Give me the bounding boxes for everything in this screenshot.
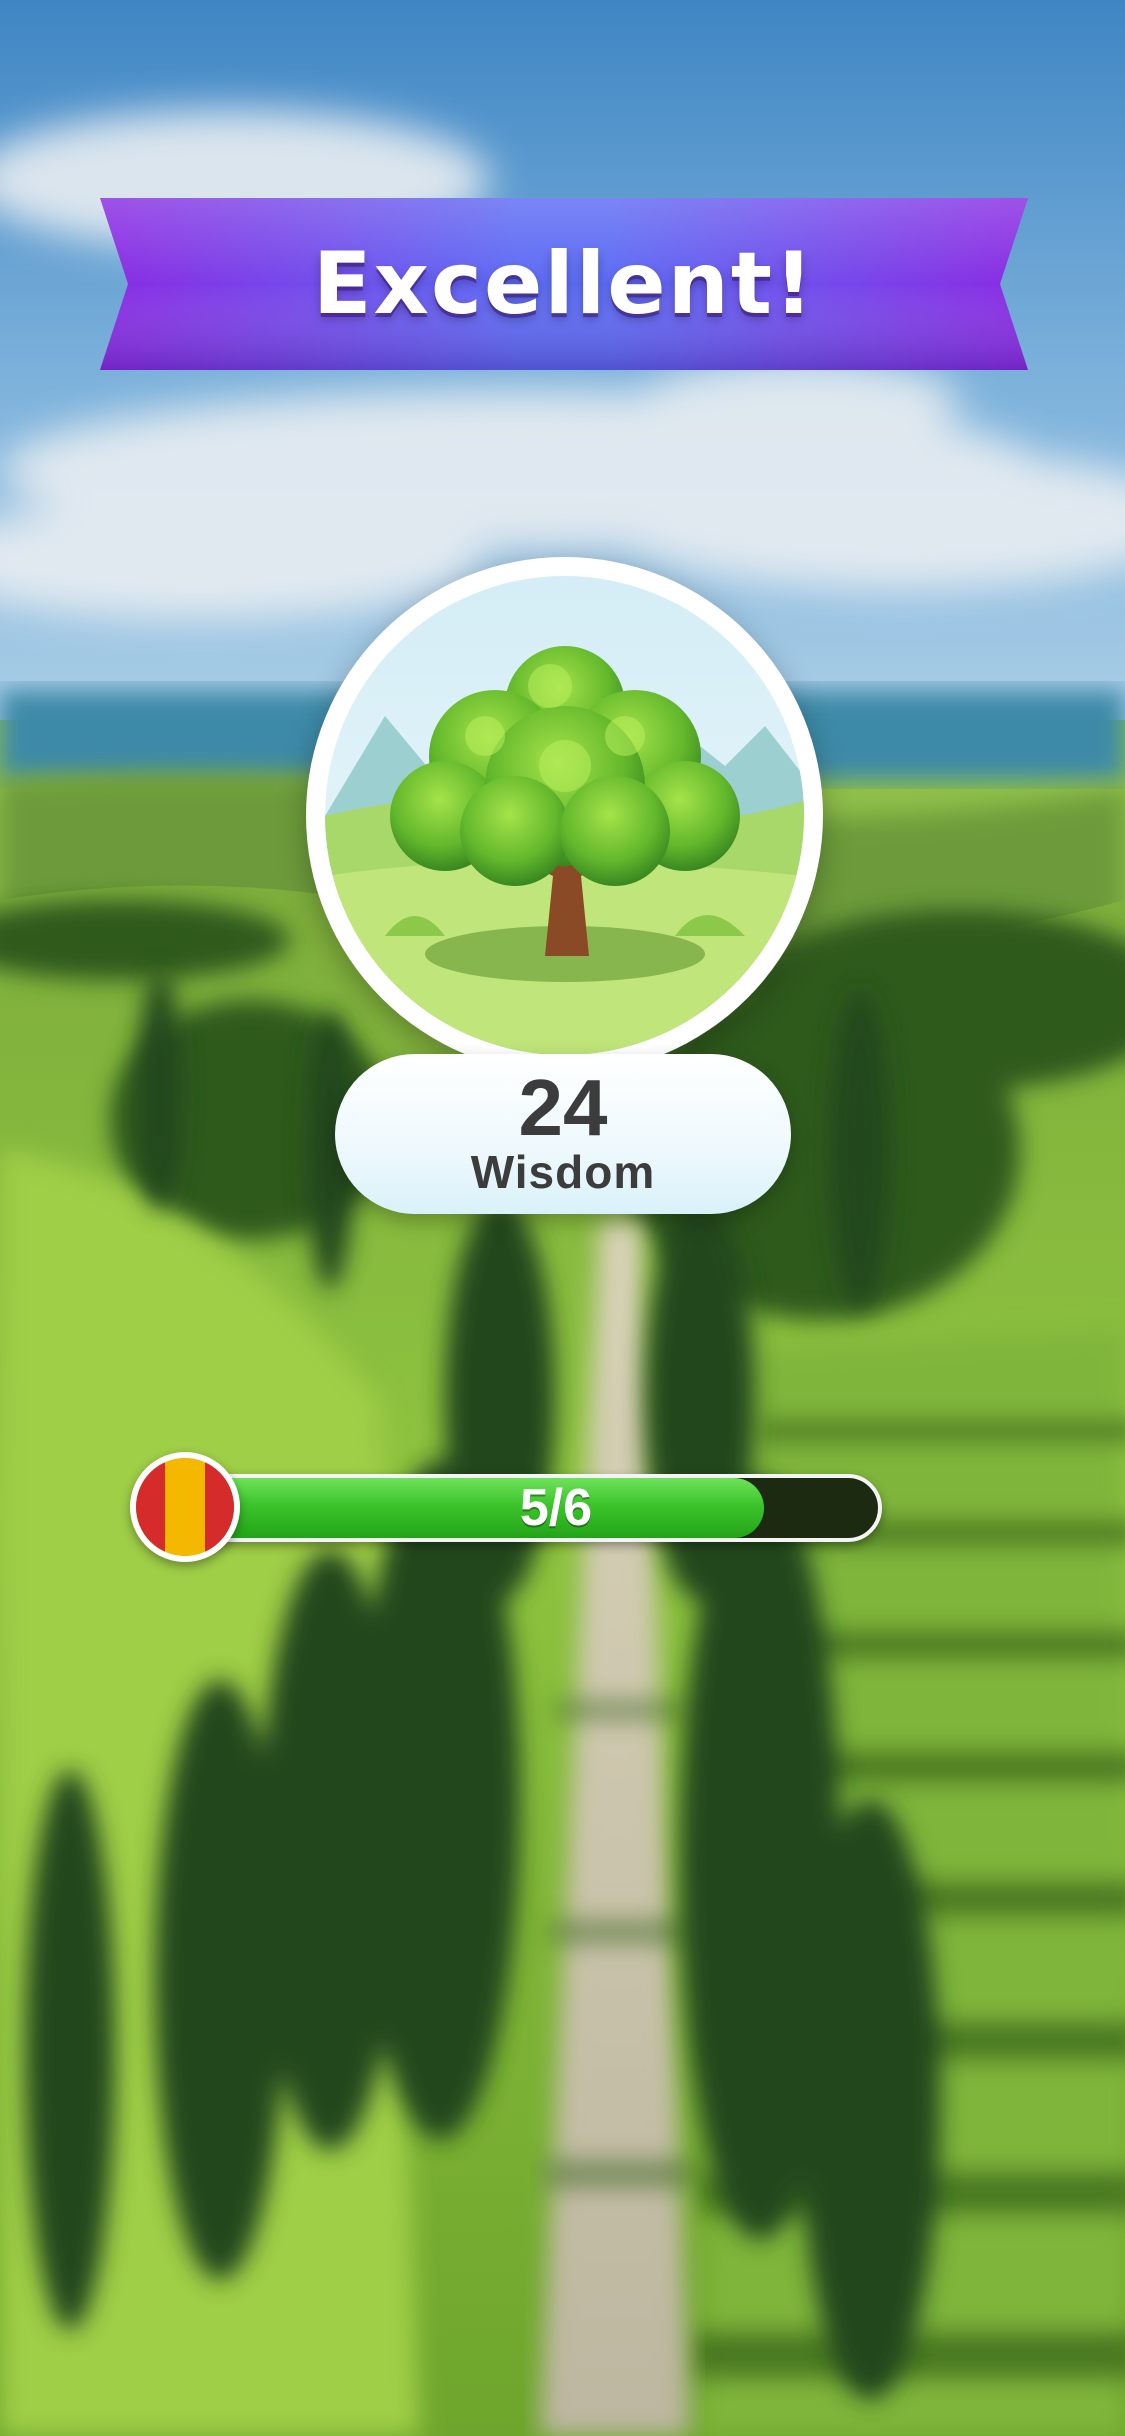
flag-stripe — [136, 1458, 166, 1556]
wisdom-stat: 24 Wisdom — [335, 1054, 791, 1214]
wisdom-value: 24 — [518, 1063, 608, 1152]
flag-icon — [130, 1452, 240, 1562]
flag-stripe — [165, 1458, 205, 1556]
wisdom-label: Wisdom — [470, 1146, 656, 1198]
tree-medallion — [306, 557, 823, 1074]
banner-title: Excellent! — [312, 234, 816, 334]
tree-illustration — [325, 576, 804, 1055]
progress-text: 5/6 — [519, 1479, 593, 1537]
result-banner: Excellent! — [100, 198, 1028, 370]
level-progress: 5/6 — [130, 1452, 882, 1562]
